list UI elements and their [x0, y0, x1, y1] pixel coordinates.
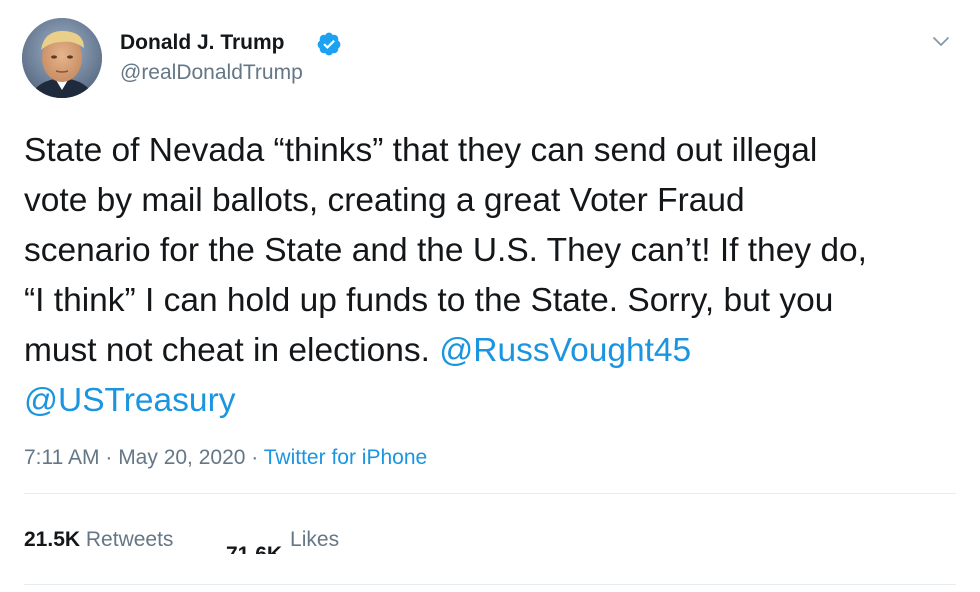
tweet-time[interactable]: 7:11 AM — [24, 446, 100, 469]
meta-separator: · — [105, 446, 113, 469]
tweet-text-line: scenario for the State and the U.S. They… — [24, 232, 867, 269]
tweet-text-fragment: must not cheat in elections. — [24, 332, 440, 369]
tweet-source-link[interactable]: Twitter for iPhone — [264, 446, 427, 469]
mention-link-russvought45[interactable]: @RussVought45 — [439, 332, 691, 369]
verified-badge-icon — [317, 32, 341, 56]
chevron-down-icon[interactable] — [929, 29, 953, 53]
tweet-text-line: vote by mail ballots, creating a great V… — [24, 182, 745, 219]
tweet-card: Donald J. Trump @realDonaldTrump State o… — [0, 0, 980, 592]
tweet-text-line: State of Nevada “thinks” that they can s… — [24, 132, 818, 169]
tweet-date[interactable]: May 20, 2020 — [118, 446, 245, 469]
likes-count: 71.6K — [226, 542, 282, 554]
likes-stat[interactable]: 71.6K Likes — [226, 528, 339, 554]
tweet-text-line-with-mention: must not cheat in elections. @RussVought… — [24, 326, 964, 376]
author-name[interactable]: Donald J. Trump — [120, 31, 285, 55]
tweet-text-line: “I think” I can hold up funds to the Sta… — [24, 282, 834, 319]
mention-link-ustreasury[interactable]: @USTreasury — [24, 376, 964, 426]
tweet-metadata: 7:11 AM · May 20, 2020 · Twitter for iPh… — [24, 446, 427, 470]
retweets-count: 21.5K — [24, 528, 81, 551]
retweets-label: Retweets — [85, 528, 174, 551]
likes-label: Likes — [290, 528, 340, 551]
author-handle[interactable]: @realDonaldTrump — [120, 61, 303, 85]
retweets-stat[interactable]: 21.5K Retweets — [24, 528, 173, 552]
divider — [24, 584, 956, 585]
meta-separator: · — [251, 446, 259, 469]
tweet-text: State of Nevada “thinks” that they can s… — [24, 126, 964, 426]
divider — [24, 493, 956, 494]
avatar[interactable] — [22, 18, 102, 98]
avatar-image — [22, 18, 102, 98]
